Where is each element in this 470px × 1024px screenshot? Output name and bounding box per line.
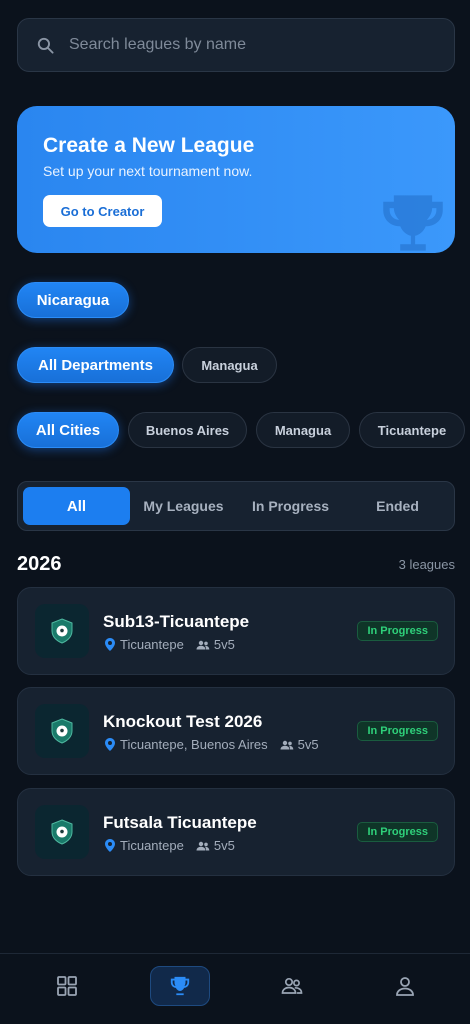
- league-format: 5v5: [213, 637, 235, 652]
- team-icon: [281, 977, 303, 994]
- league-card[interactable]: Futsala Ticuantepe Ticuantepe 5v5 In Pro…: [17, 788, 455, 876]
- trophy-icon: [170, 976, 190, 996]
- tab-my-leagues[interactable]: My Leagues: [130, 487, 237, 525]
- league-name: Knockout Test 2026: [103, 712, 263, 731]
- status-badge: In Progress: [357, 822, 438, 842]
- bottom-nav: [0, 953, 470, 1024]
- league-format: 5v5: [297, 737, 319, 752]
- soccer-shield-icon: [51, 718, 73, 744]
- nav-dashboard[interactable]: [37, 966, 97, 1006]
- league-meta: Ticuantepe 5v5: [105, 838, 235, 853]
- chip-city-ticuantepe[interactable]: Ticuantepe: [359, 412, 465, 448]
- go-to-creator-button[interactable]: Go to Creator: [43, 195, 162, 227]
- chip-city-buenos-aires[interactable]: Buenos Aires: [128, 412, 247, 448]
- grid-icon: [57, 976, 77, 996]
- location-pin-icon: [105, 738, 115, 751]
- tab-in-progress[interactable]: In Progress: [237, 487, 344, 525]
- chip-country-nicaragua[interactable]: Nicaragua: [17, 282, 129, 318]
- league-card[interactable]: Knockout Test 2026 Ticuantepe, Buenos Ai…: [17, 687, 455, 775]
- search-bar[interactable]: [17, 18, 455, 72]
- profile-icon: [396, 977, 414, 996]
- league-name: Futsala Ticuantepe: [103, 813, 257, 832]
- league-meta: Ticuantepe, Buenos Aires 5v5: [105, 737, 319, 752]
- league-meta: Ticuantepe 5v5: [105, 637, 235, 652]
- league-location: Ticuantepe, Buenos Aires: [120, 737, 268, 752]
- status-badge: In Progress: [357, 721, 438, 741]
- chip-department-managua[interactable]: Managua: [182, 347, 277, 383]
- league-badge: [35, 805, 89, 859]
- league-badge: [35, 704, 89, 758]
- create-league-banner: Create a New League Set up your next tou…: [17, 106, 455, 253]
- league-status-tabs: All My Leagues In Progress Ended: [17, 481, 455, 531]
- search-input[interactable]: [69, 36, 429, 54]
- status-badge: In Progress: [357, 621, 438, 641]
- league-badge: [35, 604, 89, 658]
- trophy-icon: [383, 195, 443, 251]
- league-location: Ticuantepe: [120, 838, 184, 853]
- location-pin-icon: [105, 638, 115, 651]
- nav-teams[interactable]: [262, 966, 322, 1006]
- players-icon: [280, 740, 293, 749]
- nav-leagues[interactable]: [150, 966, 210, 1006]
- chip-city-all[interactable]: All Cities: [17, 412, 119, 448]
- players-icon: [196, 640, 210, 649]
- league-format: 5v5: [213, 838, 235, 853]
- section-year: 2026: [17, 553, 62, 575]
- location-pin-icon: [105, 839, 115, 852]
- tab-all[interactable]: All: [23, 487, 130, 525]
- banner-title: Create a New League: [43, 134, 255, 157]
- players-icon: [196, 841, 210, 850]
- banner-subtitle: Set up your next tournament now.: [43, 163, 253, 179]
- nav-profile[interactable]: [375, 966, 435, 1006]
- tab-ended[interactable]: Ended: [344, 487, 451, 525]
- soccer-shield-icon: [51, 819, 73, 845]
- league-location: Ticuantepe: [120, 637, 184, 652]
- league-name: Sub13-Ticuantepe: [103, 612, 250, 631]
- chip-department-all[interactable]: All Departments: [17, 347, 174, 383]
- search-icon: [37, 37, 54, 54]
- league-card[interactable]: Sub13-Ticuantepe Ticuantepe 5v5 In Progr…: [17, 587, 455, 675]
- chip-city-managua[interactable]: Managua: [256, 412, 350, 448]
- league-count: 3 leagues: [398, 557, 455, 572]
- soccer-shield-icon: [51, 618, 73, 644]
